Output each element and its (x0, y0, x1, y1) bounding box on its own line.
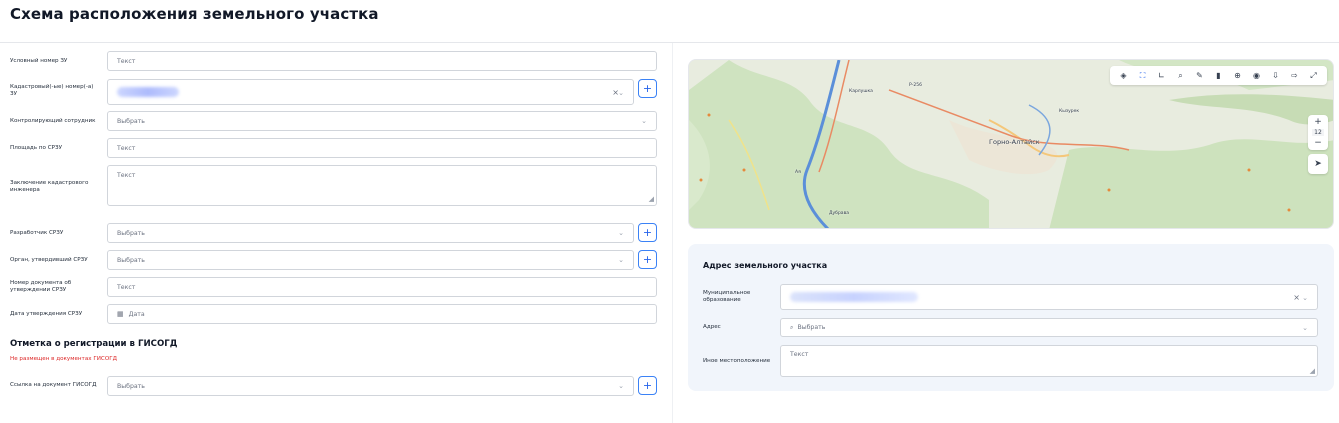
approving-authority-select[interactable]: Выбрать ⌄ (107, 250, 634, 270)
chevron-down-icon[interactable]: ⌄ (618, 89, 624, 97)
import-icon[interactable]: ⇩ (1266, 68, 1285, 83)
map-label-kuzyurek: Кызурек (1059, 109, 1080, 114)
header-divider (0, 42, 1339, 43)
chevron-down-icon: ⌄ (1302, 324, 1308, 332)
controlling-employee-select[interactable]: Выбрать ⌄ (107, 111, 657, 131)
select-area-icon[interactable]: ⛶ (1133, 68, 1152, 83)
resize-handle-icon[interactable]: ◢ (1310, 367, 1315, 375)
approving-authority-placeholder: Выбрать (117, 256, 145, 264)
address-placeholder: Выбрать (797, 324, 826, 331)
address-select[interactable]: ⌕ Выбрать ⌄ (780, 318, 1318, 337)
map-label-road: Р-256 (909, 83, 922, 88)
trash-icon[interactable]: ▮ (1209, 68, 1228, 83)
cadastral-number-chip (117, 87, 179, 97)
engineer-conclusion-label: Заключение кадастрового инженера (10, 180, 89, 193)
map-label-city: Горно-Алтайск (989, 138, 1040, 146)
locate-button[interactable]: ➤ (1308, 154, 1328, 174)
fullscreen-icon[interactable]: ⤢ (1304, 68, 1323, 83)
controlling-employee-placeholder: Выбрать (117, 117, 145, 125)
gisogd-doc-label: Ссылка на документ ГИСОГД (10, 382, 97, 388)
resize-handle-icon[interactable]: ◢ (649, 195, 654, 203)
municipality-value-chip (790, 292, 918, 302)
approving-authority-label: Орган, утвердивший СРЗУ (10, 257, 88, 263)
address-panel: Адрес земельного участка Муниципальное о… (688, 244, 1334, 391)
export-icon[interactable]: ⇨ (1285, 68, 1304, 83)
approval-doc-number-input[interactable]: Текст (107, 277, 657, 297)
developer-placeholder: Выбрать (117, 229, 145, 237)
zoom-out-button[interactable]: − (1314, 138, 1322, 148)
area-input[interactable]: Текст (107, 138, 657, 158)
map-label-dubrava: Дубрава (829, 211, 849, 216)
other-location-placeholder: Текст (790, 351, 809, 358)
municipality-select[interactable]: × ⌄ (780, 284, 1318, 310)
add-cadastral-number-button[interactable]: + (638, 79, 657, 98)
globe-icon[interactable]: ⊕ (1228, 68, 1247, 83)
area-placeholder: Текст (117, 144, 136, 152)
measure-angle-icon[interactable]: ∟ (1152, 68, 1171, 83)
other-location-textarea[interactable]: Текст ◢ (780, 345, 1318, 377)
approval-date-label: Дата утверждения СРЗУ (10, 311, 83, 317)
chevron-down-icon: ⌄ (618, 256, 624, 264)
column-divider (672, 43, 673, 423)
add-gisogd-doc-button[interactable]: + (638, 376, 657, 395)
engineer-conclusion-placeholder: Текст (117, 172, 136, 179)
approval-date-placeholder: Дата (128, 310, 145, 318)
calendar-icon[interactable]: ▦ (117, 310, 124, 318)
cadastral-numbers-label: Кадастровый(-ые) номер(-а) ЗУ (10, 84, 94, 97)
gisogd-doc-select[interactable]: Выбрать ⌄ (107, 376, 634, 396)
gisogd-doc-placeholder: Выбрать (117, 382, 145, 390)
gisogd-warning: Не размещен в документах ГИСОГД (10, 356, 118, 362)
zoom-control: + 12 − (1308, 115, 1328, 150)
search-icon[interactable]: ⌕ (1171, 68, 1190, 83)
engineer-conclusion-textarea[interactable]: Текст ◢ (107, 165, 657, 206)
chevron-down-icon: ⌄ (618, 382, 624, 390)
map-label-karlushka: Карлушка (849, 89, 873, 94)
area-label: Площадь по СРЗУ (10, 145, 62, 151)
camera-icon[interactable]: ◉ (1247, 68, 1266, 83)
add-developer-button[interactable]: + (638, 223, 657, 242)
address-label: Адрес (703, 324, 721, 330)
approval-doc-number-placeholder: Текст (117, 283, 136, 291)
approval-doc-number-label: Номер документа об утверждении СРЗУ (10, 280, 72, 293)
conditional-number-label: Условный номер ЗУ (10, 58, 68, 64)
approval-date-input[interactable]: ▦ Дата (107, 304, 657, 324)
municipality-label: Муниципальное образование (703, 290, 751, 303)
gisogd-section-title: Отметка о регистрации в ГИСОГД (10, 339, 178, 349)
pencil-icon[interactable]: ✎ (1190, 68, 1209, 83)
page-title: Схема расположения земельного участка (10, 5, 379, 23)
search-icon: ⌕ (790, 323, 794, 331)
developer-select[interactable]: Выбрать ⌄ (107, 223, 634, 243)
chevron-down-icon[interactable]: ⌄ (1302, 294, 1308, 302)
chevron-down-icon: ⌄ (618, 229, 624, 237)
conditional-number-placeholder: Текст (117, 57, 136, 65)
map-toolbar: ◈ ⛶ ∟ ⌕ ✎ ▮ ⊕ ◉ ⇩ ⇨ ⤢ (1110, 66, 1327, 85)
zoom-level: 12 (1312, 129, 1324, 136)
conditional-number-input[interactable]: Текст (107, 51, 657, 71)
zoom-in-button[interactable]: + (1314, 117, 1322, 127)
add-approving-authority-button[interactable]: + (638, 250, 657, 269)
controlling-employee-label: Контролирующий сотрудник (10, 118, 96, 124)
developer-label: Разработчик СРЗУ (10, 230, 64, 236)
navigation-arrow-icon: ➤ (1314, 159, 1322, 169)
map-view[interactable]: Горно-Алтайск Карлушка Кызурек Ая Дубрав… (688, 59, 1334, 229)
map-label-aya: Ая (795, 170, 801, 175)
address-section-title: Адрес земельного участка (703, 261, 828, 270)
chevron-down-icon: ⌄ (641, 117, 647, 125)
clear-icon[interactable]: × (1293, 293, 1300, 302)
other-location-label: Иное местоположение (703, 358, 771, 364)
layers-icon[interactable]: ◈ (1114, 68, 1133, 83)
cadastral-numbers-select[interactable]: × ⌄ (107, 79, 634, 105)
